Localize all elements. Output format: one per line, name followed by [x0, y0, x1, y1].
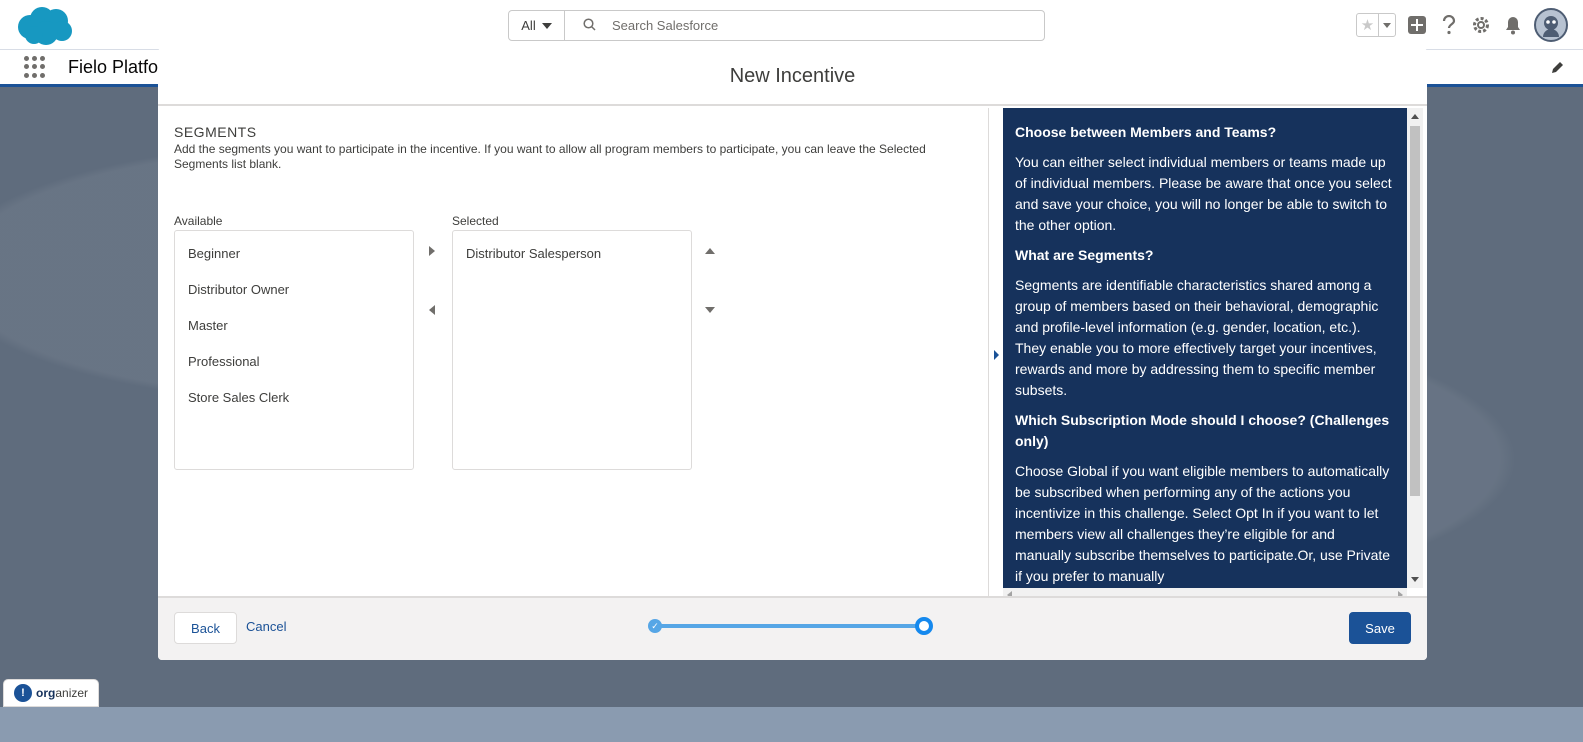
step-complete-check-icon[interactable]: ✓ — [648, 619, 662, 633]
chevron-right-icon — [993, 350, 999, 360]
help-answer: Segments are identifiable characteristic… — [1015, 277, 1379, 398]
available-listbox[interactable]: Beginner Distributor Owner Master Profes… — [174, 230, 414, 470]
selected-listbox[interactable]: Distributor Salesperson — [452, 230, 692, 470]
list-item[interactable]: Store Sales Clerk — [175, 385, 413, 421]
cancel-link[interactable]: Cancel — [246, 619, 286, 634]
modal-footer: Back Cancel ✓ Save — [158, 596, 1427, 660]
segments-title: SEGMENTS — [174, 124, 257, 140]
scroll-thumb[interactable] — [1410, 126, 1420, 496]
list-item[interactable]: Master — [175, 313, 413, 349]
favorite-star-icon[interactable]: ★ — [1357, 14, 1379, 36]
step-current-indicator[interactable] — [915, 617, 933, 635]
segments-section: SEGMENTS Add the segments you want to pa… — [174, 124, 974, 172]
list-item[interactable]: Professional — [175, 349, 413, 385]
help-panel-toggle[interactable] — [991, 348, 1001, 362]
scroll-up-icon[interactable] — [1411, 114, 1419, 119]
help-panel-vertical-scrollbar[interactable] — [1407, 108, 1423, 588]
arrow-left-icon — [429, 305, 435, 315]
favorites-group: ★ — [1356, 13, 1396, 37]
move-up-button[interactable] — [702, 243, 718, 259]
progress-fill — [658, 624, 923, 628]
global-header: All ★ — [0, 0, 1583, 50]
help-icon[interactable] — [1438, 14, 1460, 36]
chevron-down-icon — [541, 22, 552, 29]
help-question: Choose between Members and Teams? — [1015, 124, 1277, 140]
modal-body: SEGMENTS Add the segments you want to pa… — [158, 108, 1427, 602]
panel-divider — [988, 108, 989, 602]
search-scope-dropdown[interactable]: All — [509, 11, 565, 40]
move-to-selected-button[interactable] — [424, 243, 440, 259]
progress-indicator: ✓ — [648, 615, 933, 637]
move-down-button[interactable] — [702, 302, 718, 318]
app-name: Fielo Platfo — [68, 57, 159, 77]
modal-header: New Incentive — [158, 48, 1427, 106]
save-button[interactable]: Save — [1349, 612, 1411, 644]
list-item[interactable]: Distributor Salesperson — [453, 241, 691, 277]
salesforce-logo[interactable] — [14, 5, 76, 47]
arrow-right-icon — [429, 246, 435, 256]
search-scope-label: All — [521, 18, 536, 33]
modal-title: New Incentive — [729, 64, 856, 87]
add-icon[interactable] — [1406, 14, 1428, 36]
scroll-down-icon[interactable] — [1411, 577, 1419, 582]
page-bottom — [0, 707, 1583, 742]
edit-nav-pencil-icon[interactable] — [1551, 60, 1565, 77]
new-incentive-modal: New Incentive SEGMENTS Add the segments … — [158, 48, 1427, 660]
selected-label: Selected — [452, 214, 499, 228]
search-icon — [583, 17, 596, 34]
help-answer: Choose Global if you want eligible membe… — [1015, 463, 1391, 584]
available-label: Available — [174, 214, 223, 228]
help-question: Which Subscription Mode should I choose?… — [1015, 412, 1390, 449]
arrow-down-icon — [705, 307, 715, 313]
organizer-label-rest: anizer — [55, 686, 89, 700]
favorites-menu-button[interactable] — [1379, 14, 1395, 36]
global-search: All — [508, 10, 1045, 41]
help-panel: Choose between Members and Teams? You ca… — [1003, 108, 1407, 588]
gear-icon[interactable] — [1470, 14, 1492, 36]
list-item[interactable]: Distributor Owner — [175, 277, 413, 313]
notification-bell-icon[interactable] — [1502, 14, 1524, 36]
search-input[interactable] — [612, 18, 1012, 33]
list-item[interactable]: Beginner — [175, 241, 413, 277]
move-to-available-button[interactable] — [424, 302, 440, 318]
help-answer: You can either select individual members… — [1015, 154, 1392, 233]
header-utilities: ★ — [1356, 8, 1568, 42]
arrow-up-icon — [705, 248, 715, 254]
user-avatar[interactable] — [1534, 8, 1568, 42]
organizer-label-bold: org — [36, 686, 56, 700]
help-question: What are Segments? — [1015, 247, 1154, 263]
search-field — [565, 11, 1044, 40]
back-button[interactable]: Back — [174, 612, 237, 644]
segments-help-text: Add the segments you want to participate… — [174, 142, 926, 171]
organizer-extension-tab[interactable]: ! organizer — [3, 679, 99, 707]
app-launcher-icon[interactable] — [24, 56, 46, 78]
organizer-logo-icon: ! — [14, 684, 32, 702]
